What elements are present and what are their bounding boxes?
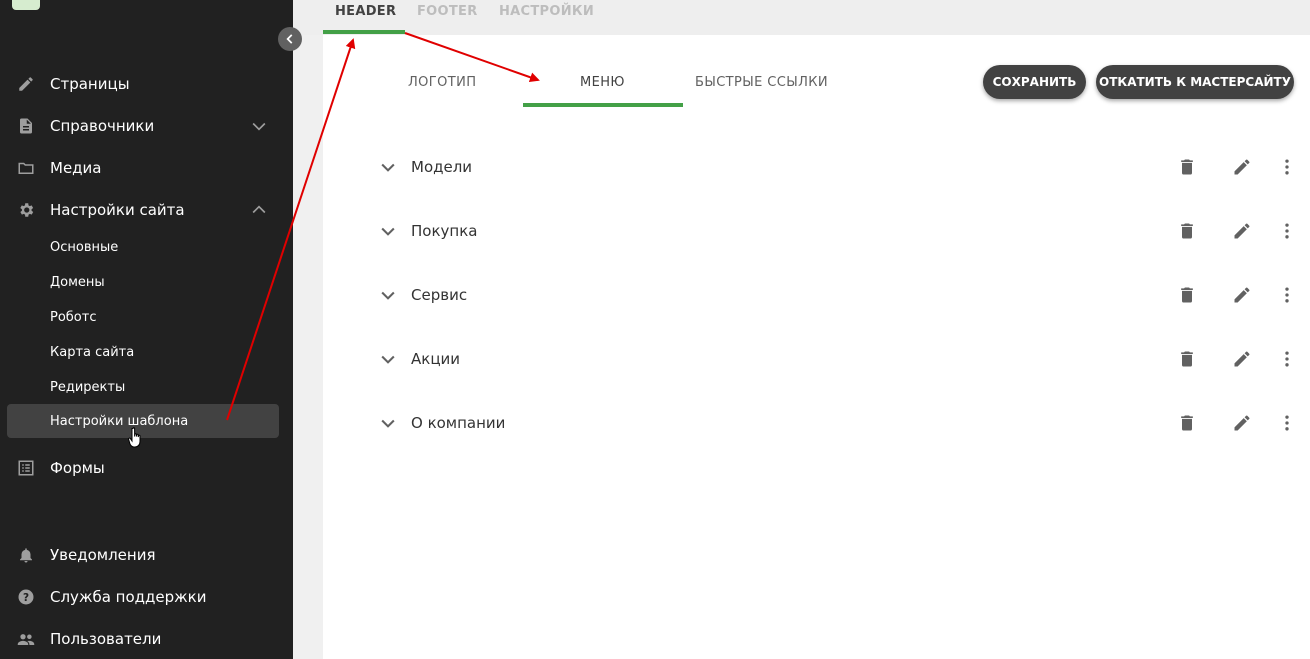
sidebar-subitem-label: Основные <box>50 239 119 255</box>
sidebar-item-label: Страницы <box>50 75 130 93</box>
more-vert-icon[interactable] <box>1277 412 1297 434</box>
folder-icon <box>18 162 34 174</box>
sidebar-subitem-general[interactable]: Основные <box>0 231 293 263</box>
chevron-left-icon <box>286 34 293 44</box>
bell-icon <box>20 548 32 563</box>
pencil-icon[interactable] <box>1232 157 1252 177</box>
sidebar-item-notifications[interactable]: Уведомления <box>0 537 293 573</box>
sidebar: Страницы Справочники Медиа Настройки сай… <box>0 0 293 659</box>
trash-icon[interactable] <box>1177 156 1197 178</box>
menu-item-name: О компании <box>411 414 506 432</box>
hand-cursor-icon <box>128 427 141 448</box>
tab-footer[interactable]: FOOTER <box>417 4 478 19</box>
menu-item-name: Модели <box>411 158 473 176</box>
sidebar-item-label: Служба поддержки <box>50 588 207 606</box>
sidebar-subitem-label: Роботс <box>50 309 97 325</box>
sidebar-item-label: Пользователи <box>50 630 162 648</box>
more-vert-icon[interactable] <box>1277 220 1297 242</box>
chevron-down-icon[interactable] <box>378 221 398 241</box>
pencil-icon[interactable] <box>1232 221 1252 241</box>
chevron-down-icon[interactable] <box>378 285 398 305</box>
pencil-icon[interactable] <box>1232 349 1252 369</box>
tab-settings[interactable]: НАСТРОЙКИ <box>499 4 594 19</box>
sidebar-item-references[interactable]: Справочники <box>0 108 293 144</box>
menu-item-row: Сервис <box>370 275 1305 315</box>
more-vert-icon[interactable] <box>1277 284 1297 306</box>
pencil-icon[interactable] <box>1232 285 1252 305</box>
menu-item-row: О компании <box>370 403 1305 443</box>
pencil-icon <box>19 77 33 91</box>
chevron-down-icon[interactable] <box>378 349 398 369</box>
menu-item-name: Покупка <box>411 222 478 240</box>
sidebar-item-forms[interactable]: Формы <box>0 450 293 486</box>
document-icon <box>20 118 32 134</box>
sidebar-subitem-label: Карта сайта <box>50 344 135 360</box>
logo <box>12 0 40 10</box>
sidebar-item-support[interactable]: ? Служба поддержки <box>0 579 293 615</box>
subtab-quick-links[interactable]: БЫСТРЫЕ ССЫЛКИ <box>695 75 828 90</box>
menu-item-name: Акции <box>411 350 461 368</box>
sidebar-item-pages[interactable]: Страницы <box>0 66 293 102</box>
sidebar-subitem-redirects[interactable]: Редиректы <box>0 371 293 403</box>
menu-item-row: Модели <box>370 147 1305 187</box>
sidebar-item-label: Справочники <box>50 117 155 135</box>
more-vert-icon[interactable] <box>1277 156 1297 178</box>
trash-icon[interactable] <box>1177 412 1197 434</box>
gear-icon <box>20 203 34 217</box>
tab-header[interactable]: HEADER <box>335 4 396 19</box>
sidebar-item-site-settings[interactable]: Настройки сайта <box>0 192 293 228</box>
sidebar-item-users[interactable]: Пользователи <box>0 621 293 657</box>
sidebar-subitem-domains[interactable]: Домены <box>0 266 293 298</box>
subtab-menu[interactable]: МЕНЮ <box>580 75 625 90</box>
chevron-down-icon[interactable] <box>378 157 398 177</box>
menu-item-name: Сервис <box>411 286 468 304</box>
trash-icon[interactable] <box>1177 284 1197 306</box>
sidebar-item-media[interactable]: Медиа <box>0 150 293 186</box>
sidebar-item-label: Уведомления <box>50 546 156 564</box>
content-gutter <box>293 35 323 659</box>
revert-to-mastersite-button[interactable]: ОТКАТИТЬ К МАСТЕРСАЙТУ <box>1096 65 1294 99</box>
pencil-icon[interactable] <box>1232 413 1252 433</box>
more-vert-icon[interactable] <box>1277 348 1297 370</box>
help-icon: ? <box>18 589 34 605</box>
trash-icon[interactable] <box>1177 348 1197 370</box>
collapse-sidebar-button[interactable] <box>278 27 302 51</box>
menu-item-row: Покупка <box>370 211 1305 251</box>
chevron-down-icon[interactable] <box>249 116 269 136</box>
sidebar-subitem-label: Настройки шаблона <box>50 413 189 429</box>
trash-icon[interactable] <box>1177 220 1197 242</box>
subtab-menu-indicator <box>523 103 683 107</box>
sidebar-item-label: Настройки сайта <box>50 201 185 219</box>
users-icon <box>17 634 35 645</box>
chevron-up-icon[interactable] <box>249 200 269 220</box>
sidebar-subitem-label: Редиректы <box>50 379 126 395</box>
menu-item-row: Акции <box>370 339 1305 379</box>
sidebar-subitem-robots[interactable]: Роботс <box>0 301 293 333</box>
sidebar-subitem-sitemap[interactable]: Карта сайта <box>0 336 293 368</box>
sidebar-item-label: Формы <box>50 459 105 477</box>
svg-text:?: ? <box>23 592 29 604</box>
tab-header-indicator <box>323 30 405 34</box>
list-icon <box>18 460 34 476</box>
subtab-logo[interactable]: ЛОГОТИП <box>408 75 476 90</box>
sidebar-item-label: Медиа <box>50 159 102 177</box>
sidebar-subitem-label: Домены <box>50 274 105 290</box>
chevron-down-icon[interactable] <box>378 413 398 433</box>
save-button[interactable]: СОХРАНИТЬ <box>983 65 1086 99</box>
